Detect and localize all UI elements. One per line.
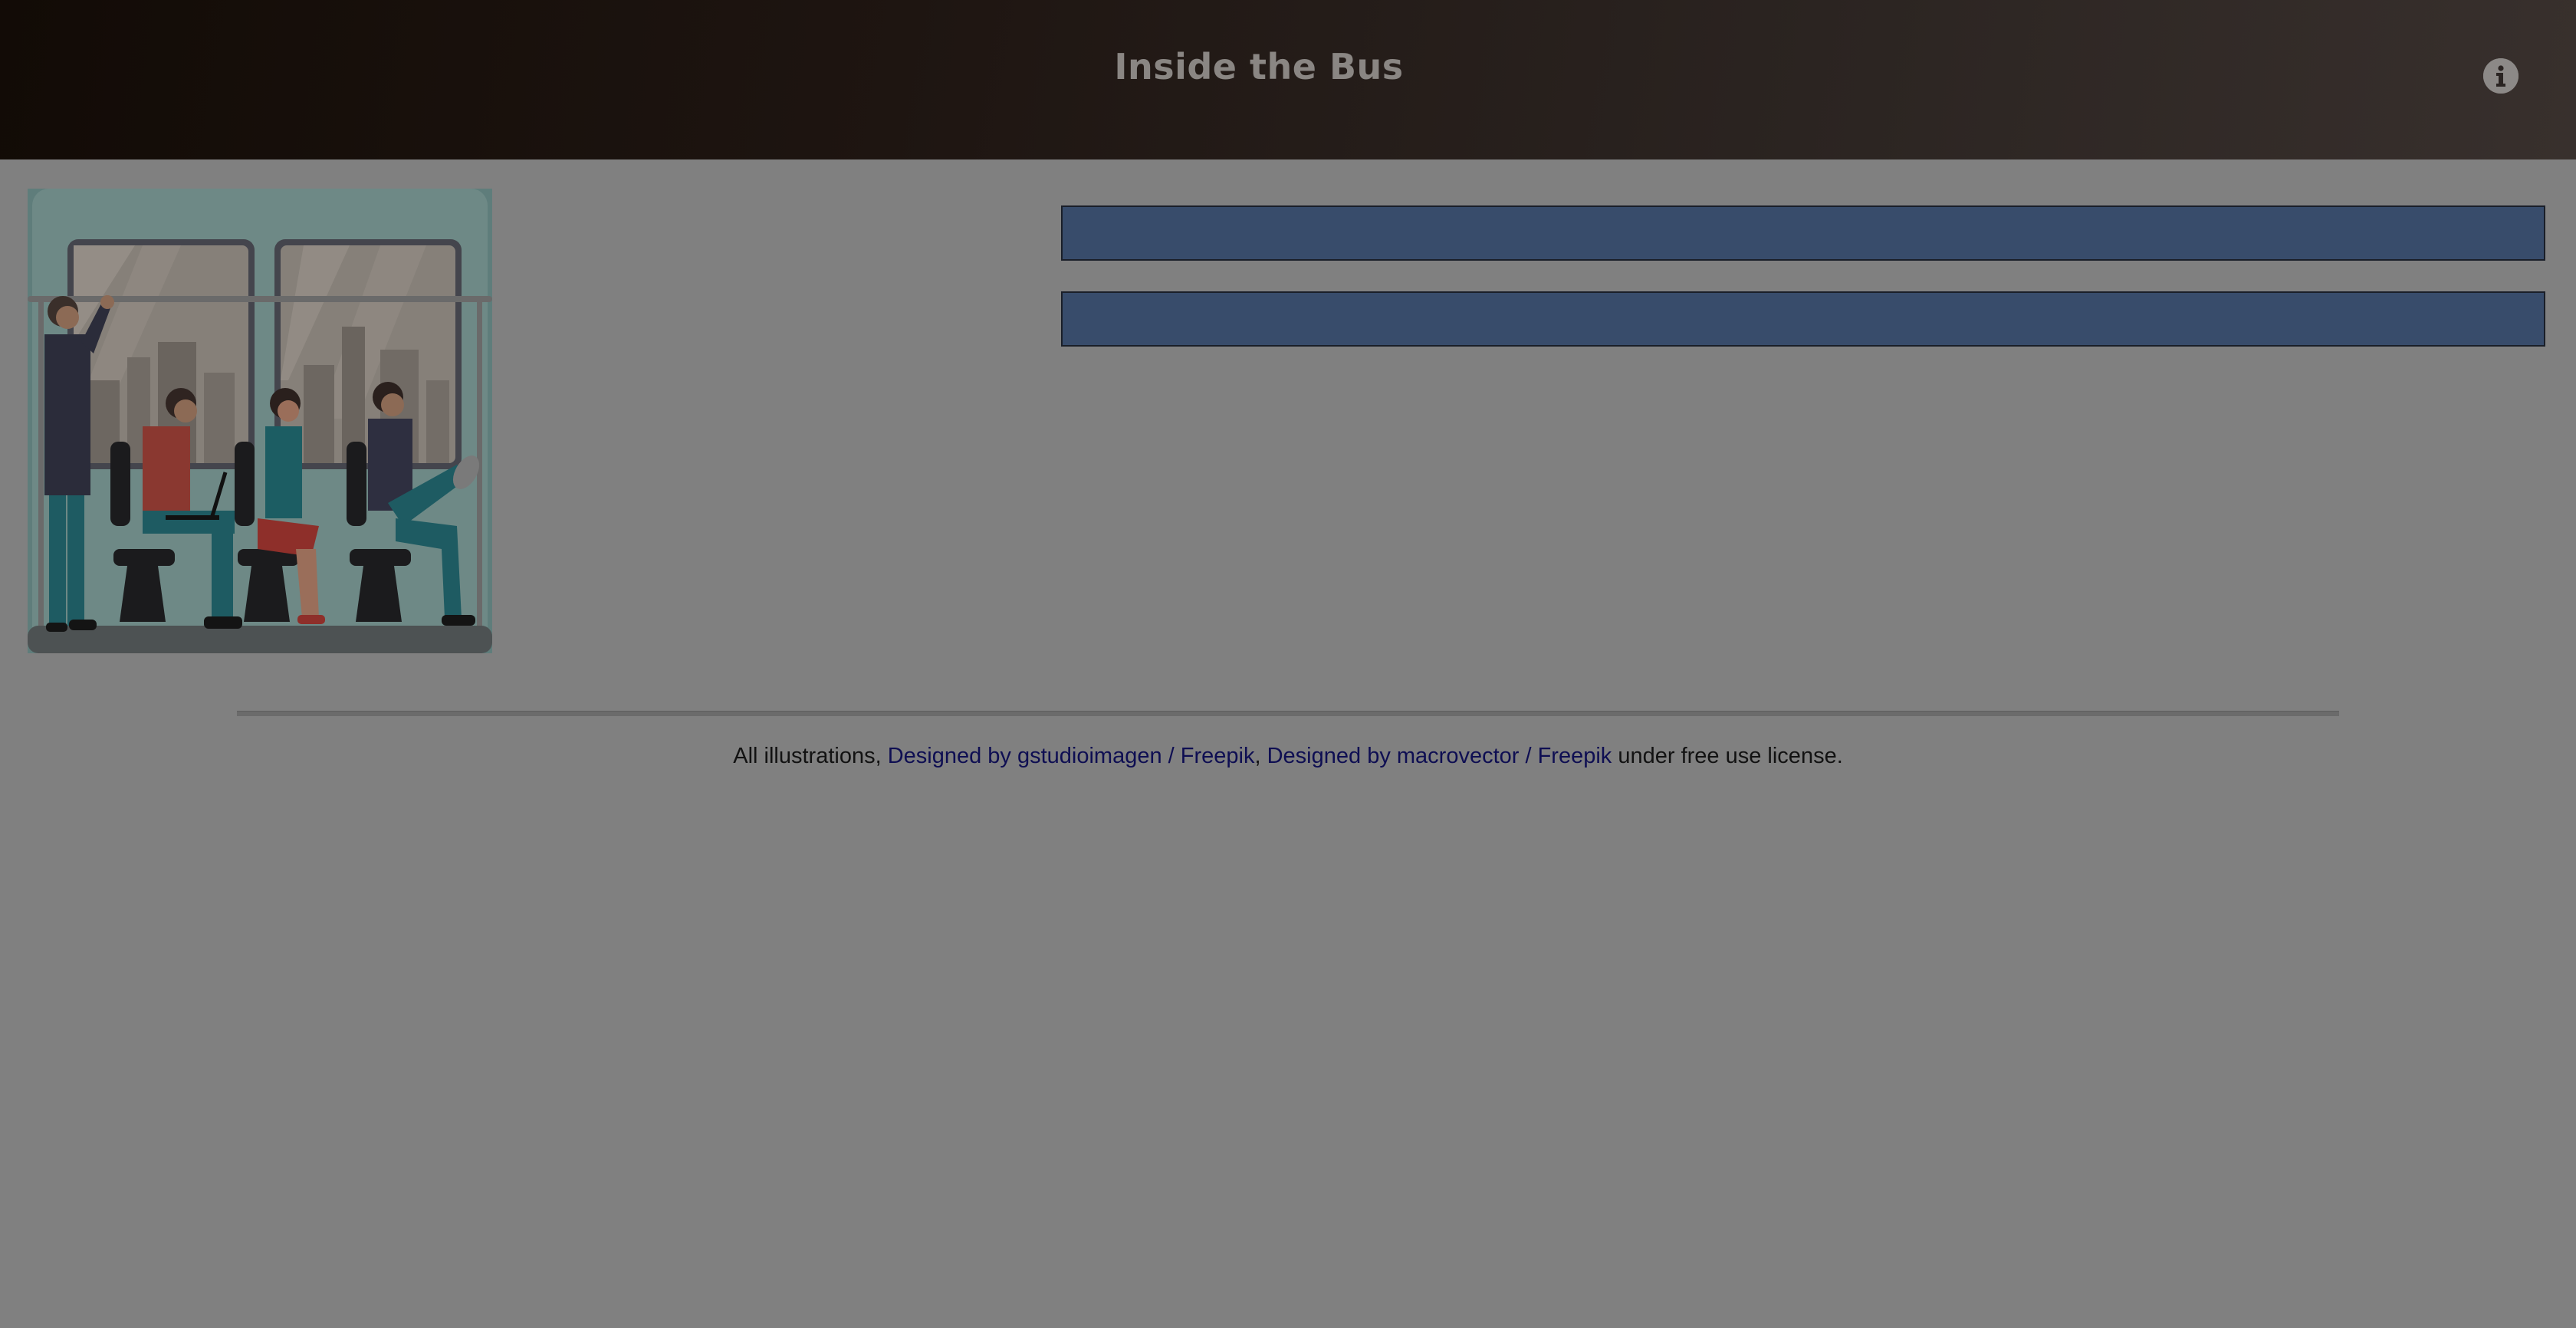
bar-2[interactable] xyxy=(1061,291,2545,347)
gstudioimagen-link[interactable]: Designed by gstudioimagen / Freepik xyxy=(888,744,1255,768)
info-button[interactable] xyxy=(2483,58,2518,94)
info-icon xyxy=(2483,58,2518,94)
header-bar: Inside the Bus xyxy=(0,0,2576,159)
macrovector-link[interactable]: Designed by macrovector / Freepik xyxy=(1267,744,1612,768)
footer-divider xyxy=(237,711,2339,716)
credits-separator: , xyxy=(1254,744,1267,768)
page-title: Inside the Bus xyxy=(1114,46,1404,87)
credits-text: All illustrations, Designed by gstudioim… xyxy=(0,744,2576,769)
credits-prefix: All illustrations, xyxy=(733,744,888,768)
bar-1[interactable] xyxy=(1061,205,2545,261)
bus-interior-illustration xyxy=(28,189,492,653)
credits-suffix: under free use license. xyxy=(1612,744,1843,768)
